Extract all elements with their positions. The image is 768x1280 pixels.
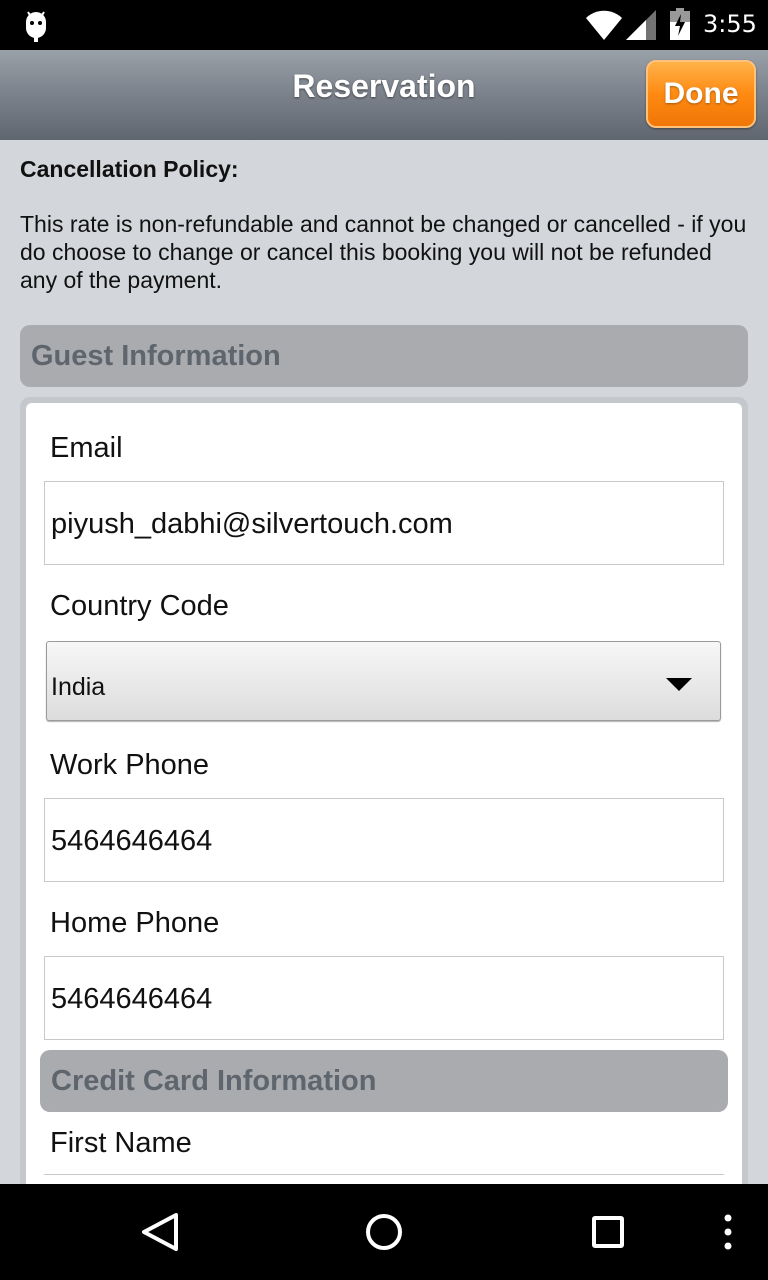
- back-icon[interactable]: [100, 1184, 220, 1280]
- country-code-select[interactable]: India: [46, 641, 721, 721]
- dropdown-arrow-icon: [666, 678, 692, 691]
- work-phone-field[interactable]: 5464646464: [44, 798, 724, 882]
- first-name-field[interactable]: [44, 1174, 724, 1184]
- email-label: Email: [50, 432, 123, 464]
- system-nav-bar: [0, 1184, 768, 1280]
- credit-card-information-header: Credit Card Information: [40, 1050, 728, 1112]
- cancellation-policy-heading: Cancellation Policy:: [20, 156, 239, 182]
- guest-information-header: Guest Information: [20, 325, 748, 387]
- first-name-label: First Name: [50, 1127, 192, 1159]
- country-code-selected: India: [51, 673, 106, 701]
- cancellation-policy-text: This rate is non-refundable and cannot b…: [20, 211, 747, 293]
- recents-icon[interactable]: [548, 1184, 668, 1280]
- status-time: 3:55: [703, 10, 757, 38]
- email-field[interactable]: piyush_dabhi@silvertouch.com: [44, 481, 724, 565]
- overflow-menu-icon[interactable]: [668, 1184, 768, 1280]
- status-bar: 3:55: [0, 0, 768, 50]
- done-button[interactable]: Done: [646, 60, 756, 128]
- signal-icon: [626, 10, 656, 40]
- app-bar: Reservation Done: [0, 50, 768, 140]
- home-phone-field[interactable]: 5464646464: [44, 956, 724, 1040]
- country-code-label: Country Code: [50, 590, 229, 622]
- work-phone-label: Work Phone: [50, 749, 210, 781]
- android-debug-icon: [26, 11, 46, 42]
- home-phone-label: Home Phone: [50, 907, 220, 939]
- battery-charging-icon: [670, 8, 690, 40]
- wifi-icon: [586, 10, 622, 40]
- home-icon[interactable]: [324, 1184, 444, 1280]
- reservation-form[interactable]: Cancellation Policy: This rate is non-re…: [0, 140, 768, 1184]
